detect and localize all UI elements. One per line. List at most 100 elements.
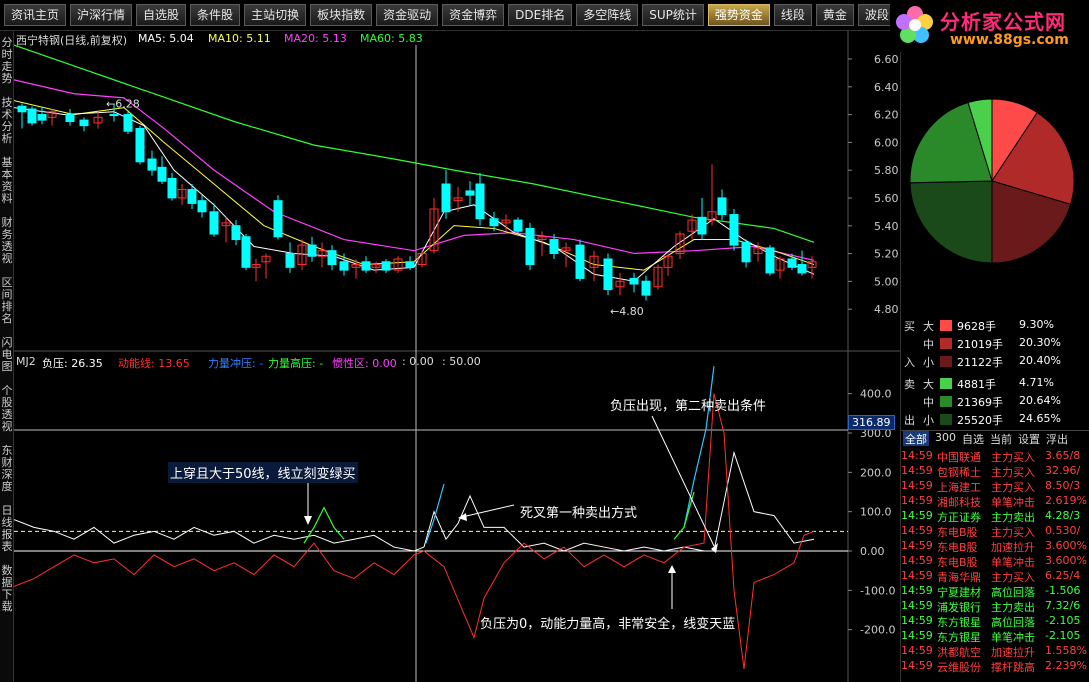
left-tab-3[interactable]: 财务透视 <box>0 217 14 265</box>
alert-time: 14:59 <box>901 584 933 597</box>
toolbar-button-6[interactable]: 资金驱动 <box>376 4 439 26</box>
left-tab-0[interactable]: 分时走势 <box>0 37 14 85</box>
flow-size: 中 <box>923 338 934 351</box>
candle-body <box>765 247 775 274</box>
guanxing-label: 惯性区: 0.00 <box>332 357 397 370</box>
chart-area: 6.60 6.40 6.20 6.00 5.80 5.60 5.40 5.20 5.00 4.80… <box>13 31 900 682</box>
list-tab-5[interactable]: 浮出 <box>1046 431 1068 446</box>
toolbar-button-11[interactable]: 强势资金 <box>707 4 770 26</box>
alert-value: 0.530/ <box>1045 524 1081 537</box>
alert-row[interactable]: 14:59 湘邮科技 单笔冲击 2.619% <box>901 493 1089 508</box>
flow-side-label: 入 <box>901 352 917 370</box>
alert-row[interactable]: 14:59 上海建工 主力买入 8.50/3 <box>901 478 1089 493</box>
candle-body <box>157 166 167 182</box>
alert-stock-name: 中国联通 <box>937 451 981 463</box>
toolbar-button-2[interactable]: 自选股 <box>136 4 187 26</box>
toolbar-button-13[interactable]: 黄金 <box>815 4 854 26</box>
price-y-tick: 5.20 <box>874 248 899 261</box>
toolbar-button-4[interactable]: 主站切换 <box>244 4 307 26</box>
alert-row[interactable]: 14:59 浦发银行 主力卖出 7.32/6 <box>901 598 1089 613</box>
indicator-name: MJ2 <box>16 355 36 368</box>
left-tab-4[interactable]: 区间排名 <box>0 277 14 325</box>
logo-url-text: www.88gs.com <box>950 32 1069 48</box>
candle-body <box>381 261 391 271</box>
toolbar-button-1[interactable]: 沪深行情 <box>70 4 133 26</box>
alert-action: 加速拉升 <box>991 541 1035 553</box>
alert-value: 2.239% <box>1045 659 1087 672</box>
alert-row[interactable]: 14:59 东电B股 主力买入 0.530/ <box>901 523 1089 538</box>
toolbar-button-5[interactable]: 板块指数 <box>310 4 373 26</box>
alert-time: 14:59 <box>901 539 933 552</box>
flow-volume: 9628手 <box>957 320 996 333</box>
arrow-buy-head <box>304 516 312 525</box>
candle-body <box>135 127 145 163</box>
left-tab-7[interactable]: 东财深度 <box>0 445 14 493</box>
price-chart-title: 西宁特钢(日线,前复权) <box>16 34 128 47</box>
flow-size: 小 <box>923 356 934 369</box>
alert-stock-name: 浦发银行 <box>937 601 981 613</box>
left-tab-5[interactable]: 闪电图 <box>0 337 14 373</box>
price-y-tick: 6.40 <box>874 81 899 94</box>
candle-body <box>167 177 177 199</box>
flow-percent: 24.65% <box>1019 412 1061 425</box>
flow-side-text: 入 <box>904 356 915 369</box>
toolbar-button-9[interactable]: 多空阵线 <box>576 4 639 26</box>
toolbar-button-7[interactable]: 资金博弈 <box>442 4 505 26</box>
flow-color-swatch <box>940 338 952 349</box>
left-tab-9[interactable]: 数据下载 <box>0 565 14 613</box>
list-tab-2[interactable]: 自选 <box>962 431 984 446</box>
candle-body <box>37 114 47 121</box>
candle-body <box>209 211 219 235</box>
toolbar-button-0[interactable]: 资讯主页 <box>4 4 67 26</box>
annotation-second-sell: 负压出现，第二种卖出条件 <box>610 399 767 414</box>
alert-row[interactable]: 14:59 东方银星 单笔冲击 -2.105 <box>901 628 1089 643</box>
alert-row[interactable]: 14:59 洪都航空 加速拉升 1.558% <box>901 643 1089 658</box>
flow-volume: 21019手 <box>957 338 1003 351</box>
list-tab-1[interactable]: 300 <box>935 431 956 446</box>
alert-row[interactable]: 14:59 方正证券 主力卖出 4.28/3 <box>901 508 1089 523</box>
list-tab-3[interactable]: 当前 <box>990 431 1012 446</box>
alert-row[interactable]: 14:59 东电B股 加速拉升 3.600% <box>901 538 1089 553</box>
flow-percent: 20.64% <box>1019 394 1061 407</box>
cursor-value-box: 316.89 <box>848 415 895 430</box>
flow-percent: 4.71% <box>1019 376 1054 389</box>
price-y-tick: 6.00 <box>874 136 899 149</box>
alert-row[interactable]: 14:59 青海华鼎 主力买入 6.25/4 <box>901 568 1089 583</box>
toolbar-button-3[interactable]: 条件股 <box>190 4 241 26</box>
left-tab-6[interactable]: 个股透视 <box>0 385 14 433</box>
alert-value: -2.105 <box>1045 629 1081 642</box>
alert-row[interactable]: 14:59 中国联通 主力买入 3.65/8 <box>901 448 1089 463</box>
candle-body <box>197 200 207 213</box>
alert-time: 14:59 <box>901 569 933 582</box>
alert-value: -2.105 <box>1045 614 1081 627</box>
price-y-tick: 6.20 <box>874 109 899 122</box>
left-tab-1[interactable]: 技术分析 <box>0 97 14 145</box>
list-tab-4[interactable]: 设置 <box>1018 431 1040 446</box>
alert-row[interactable]: 14:59 包钢稀土 主力买入 32.96/ <box>901 463 1089 478</box>
flow-size: 中 <box>923 396 934 409</box>
flow-percent: 20.40% <box>1019 354 1061 367</box>
flow-volume: 4881手 <box>957 378 996 391</box>
toolbar-button-10[interactable]: SUP统计 <box>642 4 704 26</box>
candle-body <box>339 261 349 271</box>
alert-action: 单笔冲击 <box>991 496 1035 508</box>
alert-row[interactable]: 14:59 东电B股 单笔冲击 3.600% <box>901 553 1089 568</box>
flow-percent: 20.30% <box>1019 336 1061 349</box>
alert-action: 主力卖出 <box>991 601 1035 613</box>
toolbar-button-12[interactable]: 线段 <box>773 4 812 26</box>
alert-row[interactable]: 14:59 云维股份 撑杆跳高 2.239% <box>901 658 1089 673</box>
alert-row[interactable]: 14:59 宁夏建材 高位回落 -1.506 <box>901 583 1089 598</box>
left-tab-8[interactable]: 日线报表 <box>0 505 14 553</box>
toolbar-button-8[interactable]: DDE排名 <box>508 4 573 26</box>
ma10-line <box>13 100 815 271</box>
alert-value: 1.558% <box>1045 644 1087 657</box>
alert-time: 14:59 <box>901 554 933 567</box>
alert-stock-name: 宁夏建材 <box>937 586 981 598</box>
pie-slice-3 <box>909 180 993 264</box>
alert-row[interactable]: 14:59 东方银星 高位回落 -2.105 <box>901 613 1089 628</box>
left-tab-2[interactable]: 基本资料 <box>0 157 14 205</box>
flow-size: 大 <box>923 320 934 333</box>
list-tab-0[interactable]: 全部 <box>903 431 929 446</box>
annotation-safe: 负压为0，动能力量高，非常安全，线变天蓝 <box>480 617 736 632</box>
flow-size: 小 <box>923 414 934 427</box>
